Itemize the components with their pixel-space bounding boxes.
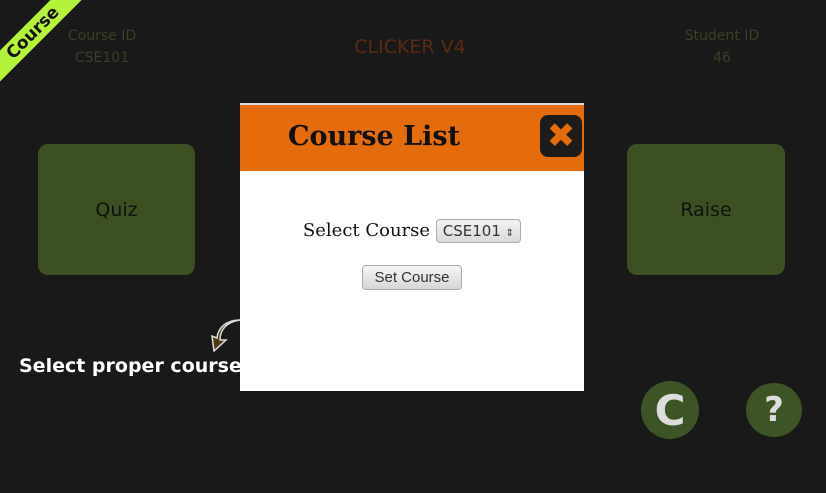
course-id-label: Course ID xyxy=(67,28,137,44)
app-title: CLICKER V4 xyxy=(354,36,466,58)
chevron-updown-icon: ⇕ xyxy=(505,228,515,239)
hint-text: Select proper course xyxy=(19,355,242,377)
set-course-button[interactable]: Set Course xyxy=(362,265,462,290)
raise-button[interactable]: Raise xyxy=(627,144,785,275)
select-course-label: Select Course xyxy=(302,220,431,241)
student-id-value: 46 xyxy=(713,50,731,66)
refresh-button[interactable]: C xyxy=(641,381,699,439)
refresh-icon: C xyxy=(654,385,686,435)
close-icon[interactable]: ✖ xyxy=(540,115,582,157)
help-button[interactable]: ? xyxy=(746,383,802,437)
course-list-dialog: Course List ✖ Select Course CSE101 ⇕ Set… xyxy=(240,103,584,391)
dialog-title: Course List xyxy=(288,121,461,152)
arrow-icon xyxy=(211,319,241,353)
dialog-header: Course List ✖ xyxy=(240,105,584,171)
quiz-button[interactable]: Quiz xyxy=(38,144,195,275)
course-id-value: CSE101 xyxy=(74,50,130,66)
student-id-label: Student ID xyxy=(684,28,760,44)
course-select-value: CSE101 xyxy=(442,222,501,240)
course-select[interactable]: CSE101 ⇕ xyxy=(435,219,522,243)
help-icon: ? xyxy=(764,390,784,430)
